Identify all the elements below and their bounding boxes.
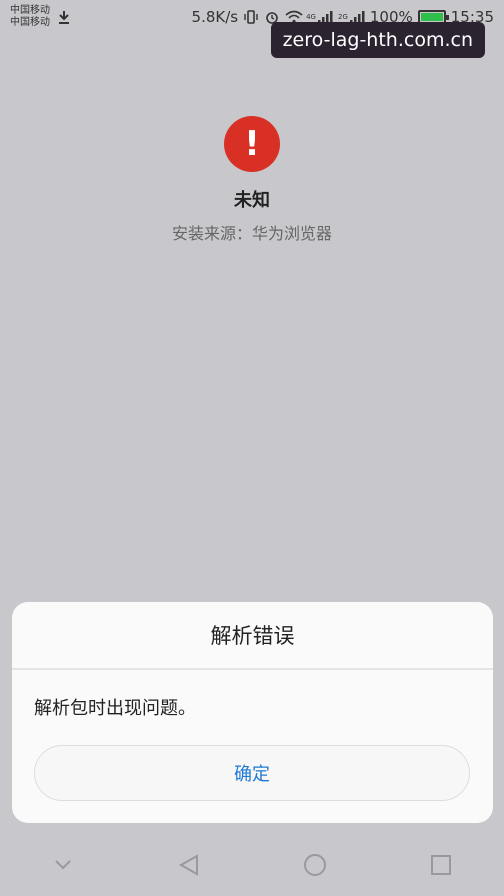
network-type-1: 4G — [306, 13, 316, 21]
dialog-title: 解析错误 — [210, 624, 295, 648]
carrier-1: 中国移动 — [10, 5, 50, 16]
carrier-2: 中国移动 — [10, 17, 50, 28]
recent-apps-icon[interactable] — [421, 845, 461, 885]
app-header: ! 未知 安装来源：华为浏览器 — [0, 116, 504, 244]
error-icon: ! — [224, 116, 280, 172]
network-speed: 5.8K/s — [191, 8, 239, 26]
home-icon[interactable] — [295, 845, 335, 885]
chevron-down-icon[interactable] — [43, 845, 83, 885]
app-name: 未知 — [234, 190, 270, 211]
carrier-group: 中国移动 中国移动 — [10, 5, 72, 29]
network-type-2: 2G — [337, 13, 348, 21]
install-source: 安装来源：华为浏览器 — [171, 224, 332, 243]
dialog-message: 解析包时出现问题。 — [34, 698, 196, 719]
parse-error-dialog: 解析错误 解析包时出现问题。 确定 — [12, 602, 493, 823]
download-icon — [56, 9, 72, 25]
watermark: zero-lag-hth.com.cn — [270, 22, 485, 58]
vibrate-icon — [243, 9, 259, 25]
back-icon[interactable] — [169, 845, 209, 885]
confirm-button[interactable]: 确定 — [34, 745, 470, 801]
carrier-stack: 中国移动 中国移动 — [10, 5, 50, 29]
navigation-bar — [0, 834, 504, 896]
